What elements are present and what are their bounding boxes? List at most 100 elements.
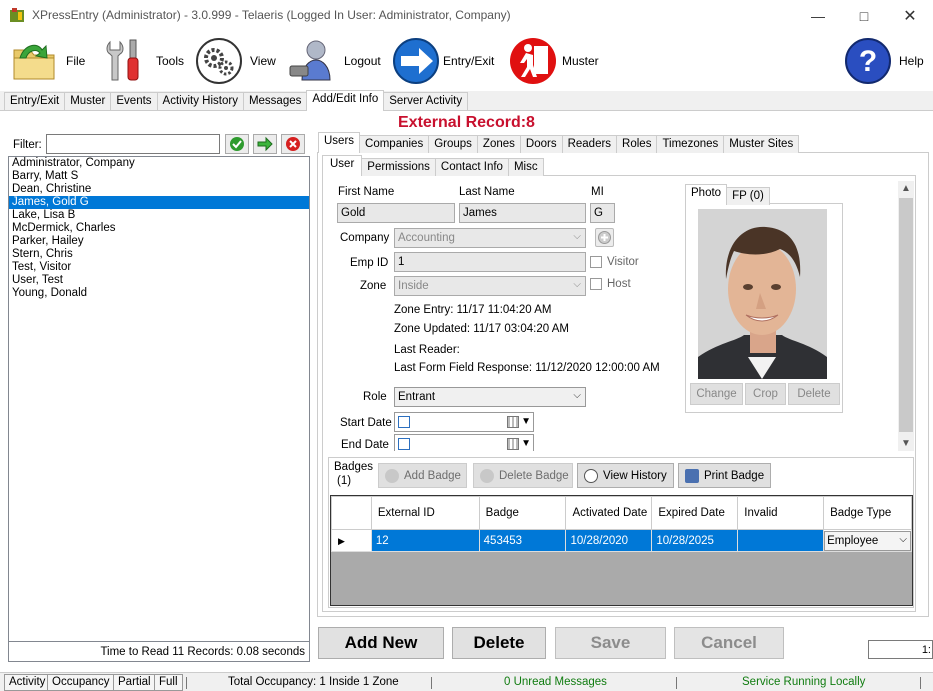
crop-photo-button[interactable]: Crop [745,383,786,405]
company-select[interactable]: Accounting ⌵ [394,228,586,248]
page-box[interactable]: 1: [868,640,933,659]
list-item[interactable]: Lake, Lisa B [9,209,309,222]
column-header-external-id[interactable]: External ID [370,496,480,530]
add-badge-button[interactable]: Add Badge [378,463,467,488]
status-tab-full[interactable]: Full [154,674,183,691]
column-header-badge[interactable]: Badge [478,496,567,530]
scroll-thumb[interactable] [899,198,913,432]
help-button[interactable]: ? Help [843,35,924,87]
delete-photo-button[interactable]: Delete [788,383,840,405]
minimize-button[interactable]: — [795,0,841,31]
cell-badge[interactable]: 453453 [478,529,567,552]
tab-muster[interactable]: Muster [64,92,112,111]
list-item[interactable]: Test, Visitor [9,261,309,274]
table-row[interactable]: ▶ 12 453453 10/28/2020 10/28/2025 Employ… [331,529,912,552]
column-header-activated-date[interactable]: Activated Date [565,496,653,530]
file-button[interactable]: File [10,35,85,87]
tab-muster-sites[interactable]: Muster Sites [723,135,800,153]
unread-messages-text[interactable]: 0 Unread Messages [504,676,607,688]
tab-timezones[interactable]: Timezones [656,135,725,153]
tab-doors[interactable]: Doors [519,135,563,153]
cell-invalid[interactable] [737,529,825,552]
last-name-field[interactable]: James [459,203,586,223]
tab-photo[interactable]: Photo [685,184,728,205]
tab-groups[interactable]: Groups [428,135,478,153]
filter-apply-button[interactable] [225,134,249,154]
tab-readers[interactable]: Readers [561,135,618,153]
cell-activated[interactable]: 10/28/2020 [565,529,653,552]
cell-expired[interactable]: 10/28/2025 [651,529,739,552]
tab-server-activity[interactable]: Server Activity [383,92,469,111]
status-tab-occupancy[interactable]: Occupancy [47,674,115,691]
tab-companies[interactable]: Companies [359,135,430,153]
close-button[interactable]: ✕ [887,0,933,31]
column-header-invalid[interactable]: Invalid [737,496,825,530]
list-item[interactable]: McDermick, Charles [9,222,309,235]
column-header-expired-date[interactable]: Expired Date [651,496,739,530]
tab-messages[interactable]: Messages [242,92,308,111]
tab-fingerprint[interactable]: FP (0) [726,187,770,205]
tab-roles[interactable]: Roles [616,135,658,153]
row-selector[interactable]: ▶ [331,529,372,552]
tab-entry-exit[interactable]: Entry/Exit [4,92,66,111]
list-item[interactable]: Parker, Hailey [9,235,309,248]
cell-badge-type[interactable]: Employee ⌵ [823,529,912,552]
tab-misc[interactable]: Misc [507,158,544,176]
delete-badge-button[interactable]: Delete Badge [473,463,573,488]
cell-external-id[interactable]: 12 [370,529,480,552]
list-item[interactable]: Administrator, Company [9,157,309,170]
emp-id-field[interactable]: 1 [394,252,586,272]
status-tab-partial[interactable]: Partial [113,674,156,691]
tab-permissions[interactable]: Permissions [361,158,436,176]
badges-count: (1) [337,475,352,487]
logout-button[interactable]: Logout [288,35,381,87]
filter-input[interactable] [46,134,220,154]
tools-button[interactable]: Tools [100,35,184,87]
host-checkbox[interactable] [590,278,602,290]
chevron-up-icon[interactable]: ▲ [901,183,911,194]
form-scrollbar[interactable]: ▲ ▼ [898,181,914,451]
tab-add-edit-info[interactable]: Add/Edit Info [306,90,385,111]
status-tab-activity[interactable]: Activity [4,674,51,691]
end-date-picker[interactable]: ▼ [394,434,534,451]
tab-zones[interactable]: Zones [476,135,521,153]
tab-activity-history[interactable]: Activity History [156,92,244,111]
zone-select[interactable]: Inside ⌵ [394,276,586,296]
list-item-selected[interactable]: James, Gold G [9,196,309,209]
tab-contact-info[interactable]: Contact Info [434,158,509,176]
column-header-badge-type[interactable]: Badge Type [823,496,912,530]
muster-button[interactable]: Muster [508,35,599,87]
list-item[interactable]: Dean, Christine [9,183,309,196]
list-item[interactable]: User, Test [9,274,309,287]
mi-field[interactable]: G [590,203,615,223]
view-button[interactable]: View [194,35,276,87]
start-date-checkbox[interactable] [398,416,410,428]
tab-users[interactable]: Users [318,132,361,153]
entry-exit-button[interactable]: Entry/Exit [391,35,494,87]
first-name-field[interactable]: Gold [337,203,455,223]
delete-button[interactable]: Delete [452,627,546,659]
change-photo-button[interactable]: Change [690,383,743,405]
user-list[interactable]: Administrator, Company Barry, Matt S Dea… [8,156,310,642]
list-item[interactable]: Stern, Chris [9,248,309,261]
role-select[interactable]: Entrant ⌵ [394,387,586,407]
print-badge-button[interactable]: Print Badge [678,463,771,488]
list-item[interactable]: Barry, Matt S [9,170,309,183]
filter-clear-button[interactable] [281,134,305,154]
view-history-button[interactable]: View History [577,463,674,488]
filter-next-button[interactable] [253,134,277,154]
visitor-checkbox[interactable] [590,256,602,268]
last-form-field-text: Last Form Field Response: 11/12/2020 12:… [394,362,660,374]
start-date-picker[interactable]: ▼ [394,412,534,432]
tab-user[interactable]: User [322,155,363,176]
chevron-down-icon[interactable]: ▼ [901,438,911,449]
tab-events[interactable]: Events [110,92,158,111]
end-date-checkbox[interactable] [398,438,410,450]
add-new-button[interactable]: Add New [318,627,444,659]
list-item[interactable]: Young, Donald [9,287,309,300]
save-button[interactable]: Save [555,627,666,659]
maximize-button[interactable]: □ [841,0,887,31]
badges-grid[interactable]: External ID Badge Activated Date Expired… [330,495,913,606]
cancel-button[interactable]: Cancel [674,627,784,659]
add-company-button[interactable] [595,228,614,247]
